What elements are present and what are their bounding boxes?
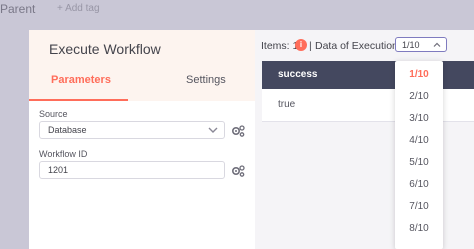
execution-select[interactable]: 1/10: [395, 37, 447, 52]
source-select-value: Database: [48, 125, 87, 135]
info-icon[interactable]: i: [295, 39, 307, 51]
execution-option[interactable]: 5/10: [395, 153, 443, 173]
data-of-execution-label: Data of Execution:: [315, 40, 401, 52]
tab-parameters[interactable]: Parameters: [51, 74, 111, 86]
node-header: Execute Workflow Parameters Settings: [29, 30, 255, 101]
active-tab-indicator: [29, 99, 128, 101]
separator: |: [309, 40, 312, 52]
execution-select-value: 1/10: [402, 40, 420, 50]
chevron-down-icon: [208, 127, 218, 133]
execution-option[interactable]: 1/10: [395, 65, 443, 85]
execution-option[interactable]: 7/10: [395, 197, 443, 217]
execution-option[interactable]: 3/10: [395, 109, 443, 129]
tab-settings[interactable]: Settings: [186, 74, 226, 86]
chevron-up-icon: [433, 42, 441, 47]
workflow-id-input[interactable]: 1201: [39, 161, 225, 179]
table-cell: true: [278, 99, 296, 110]
add-tag-button[interactable]: + Add tag: [57, 3, 100, 14]
top-bar: Parent + Add tag: [0, 0, 474, 20]
gears-icon[interactable]: [231, 125, 245, 137]
gears-icon[interactable]: [231, 165, 245, 177]
parent-workflow-name[interactable]: Parent: [0, 2, 35, 16]
items-count: Items: 1: [261, 40, 299, 52]
source-label: Source: [39, 109, 68, 119]
execution-option[interactable]: 6/10: [395, 175, 443, 195]
execution-option[interactable]: 4/10: [395, 131, 443, 151]
workflow-id-value: 1201: [48, 165, 69, 175]
execution-dropdown: 1/10 2/10 3/10 4/10 5/10 6/10 7/10 8/10: [395, 61, 443, 249]
workflow-id-label: Workflow ID: [39, 149, 88, 159]
node-title[interactable]: Execute Workflow: [49, 41, 161, 57]
execution-option[interactable]: 8/10: [395, 219, 443, 239]
source-select[interactable]: Database: [39, 121, 225, 139]
execution-option[interactable]: 2/10: [395, 87, 443, 107]
node-parameters-panel: Execute Workflow Parameters Settings Sou…: [29, 30, 255, 249]
column-header-success: success: [278, 69, 318, 80]
